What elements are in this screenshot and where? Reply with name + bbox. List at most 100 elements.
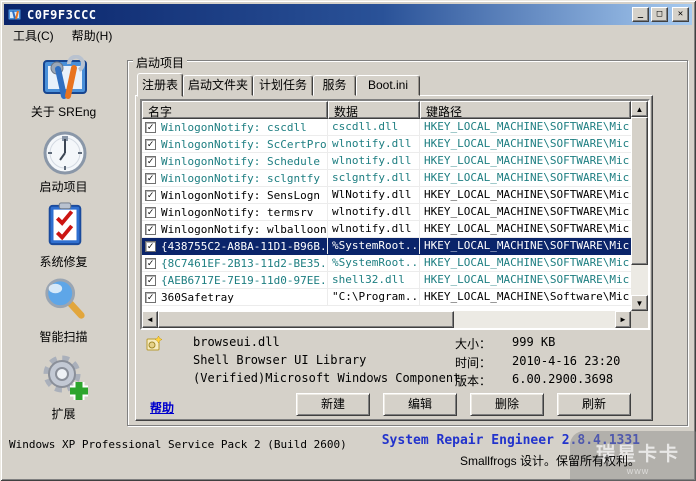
row-keypath: HKEY_LOCAL_MACHINE\SOFTWARE\Micr [424,205,631,218]
scroll-up-icon[interactable]: ▲ [631,101,648,117]
row-keypath: HKEY_LOCAL_MACHINE\SOFTWARE\Micr [424,171,631,184]
startup-items-table: 名字 数据 键路径 ✓ WinlogonNotify: cscdll cscdl… [140,99,650,330]
table-row[interactable]: ✓ {438755C2-A8BA-11D1-B96B... %SystemRoo… [142,238,631,255]
tab-startup-folder[interactable]: 启动文件夹 [183,75,253,96]
row-keypath: HKEY_LOCAL_MACHINE\SOFTWARE\Micr [424,188,631,201]
window-title: C0F9F3CCC [27,7,97,22]
table-row[interactable]: ✓ WinlogonNotify: SensLogn WlNotify.dll … [142,187,631,204]
dll-file-icon [146,335,163,351]
scroll-left-icon[interactable]: ◄ [142,311,158,328]
close-button[interactable]: ✕ [672,7,689,22]
table-row[interactable]: ✓ WinlogonNotify: ScCertProp wlnotify.dl… [142,136,631,153]
row-data: wlnotify.dll [328,136,420,152]
detail-description: Shell Browser UI Library [193,353,367,367]
sidebar-item-scan[interactable]: 智能扫描 [0,328,127,345]
row-data: %SystemRoot... [328,255,420,271]
row-name: {8C7461EF-2B13-11d2-BE35... [161,256,327,270]
row-keypath: HKEY_LOCAL_MACHINE\SOFTWARE\Micr [424,222,631,235]
row-data: wlnotify.dll [328,221,420,237]
refresh-button[interactable]: 刷新 [557,393,631,416]
row-checkbox[interactable]: ✓ [145,138,156,150]
horizontal-scrollbar[interactable]: ◄ ► [142,311,631,328]
row-name: 360Safetray [161,290,234,304]
column-header-keypath[interactable]: 键路径 [420,101,631,119]
row-name: WinlogonNotify: sclgntfy [161,171,320,185]
table-row[interactable]: ✓ WinlogonNotify: wlballoon wlnotify.dll… [142,221,631,238]
scroll-down-icon[interactable]: ▼ [631,295,648,311]
row-name: {AEB6717E-7E19-11d0-97EE... [161,273,327,287]
maximize-button[interactable]: □ [651,7,668,22]
vertical-scrollbar[interactable]: ▲ ▼ [631,101,648,311]
table-row[interactable]: ✓ 360Safetray "C:\Program... HKEY_LOCAL_… [142,289,631,306]
os-version-text: Windows XP Professional Service Pack 2 (… [9,438,347,451]
vertical-scroll-thumb[interactable] [631,117,648,265]
minimize-button[interactable]: _ [632,7,649,22]
row-data: sclgntfy.dll [328,170,420,186]
tab-bootini[interactable]: Boot.ini [356,75,420,96]
new-button[interactable]: 新建 [296,393,370,416]
table-header: 名字 数据 键路径 [142,101,631,119]
edit-button[interactable]: 编辑 [383,393,457,416]
tab-scheduled-tasks[interactable]: 计划任务 [253,75,313,96]
row-keypath: HKEY_LOCAL_MACHINE\Software\Micr [424,290,631,303]
tab-services[interactable]: 服务 [313,75,356,96]
column-header-name[interactable]: 名字 [142,101,328,119]
table-row[interactable]: ✓ WinlogonNotify: termsrv wlnotify.dll H… [142,204,631,221]
table-row[interactable]: ✓ WinlogonNotify: Schedule wlnotify.dll … [142,153,631,170]
delete-button[interactable]: 删除 [470,393,544,416]
table-row[interactable]: ✓ WinlogonNotify: cscdll cscdll.dll HKEY… [142,119,631,136]
row-checkbox[interactable]: ✓ [145,189,156,201]
repair-checklist-icon[interactable] [43,201,87,247]
row-keypath: HKEY_LOCAL_MACHINE\SOFTWARE\Micr [424,273,631,286]
about-tools-icon[interactable] [38,55,92,103]
row-name: WinlogonNotify: SensLogn [161,188,320,202]
sidebar-item-repair[interactable]: 系统修复 [0,253,127,270]
row-name: WinlogonNotify: ScCertProp [161,137,327,151]
row-data: "C:\Program... [328,289,420,305]
app-icon [7,8,22,20]
row-name: WinlogonNotify: Schedule [161,154,320,168]
row-checkbox[interactable]: ✓ [145,223,156,235]
row-name: WinlogonNotify: cscdll [161,120,307,134]
row-checkbox[interactable]: ✓ [145,257,156,269]
row-checkbox[interactable]: ✓ [145,206,156,218]
sidebar-item-extensions[interactable]: 扩展 [0,405,127,422]
row-data: cscdll.dll [328,119,420,135]
detail-version-label: 版本： [455,374,492,388]
row-checkbox[interactable]: ✓ [145,240,156,252]
row-keypath: HKEY_LOCAL_MACHINE\SOFTWARE\Micr [424,154,631,167]
app-window: C0F9F3CCC _ □ ✕ 工具(C) 帮助(H) 关于 SREng 启动项… [0,0,696,481]
column-header-data[interactable]: 数据 [328,101,420,119]
titlebar[interactable]: C0F9F3CCC _ □ ✕ [4,4,692,25]
scroll-right-icon[interactable]: ► [615,311,631,328]
detail-time-label: 时间： [455,356,492,370]
gear-plus-icon[interactable] [40,353,92,403]
table-row[interactable]: ✓ {8C7461EF-2B13-11d2-BE35... %SystemRoo… [142,255,631,272]
help-link[interactable]: 帮助 [150,399,174,416]
row-data: shell32.dll [328,272,420,288]
detail-time-value: 2010-4-16 23:20 [512,354,621,368]
row-checkbox[interactable]: ✓ [145,121,156,133]
menubar: 工具(C) 帮助(H) [4,26,692,45]
magnifier-icon[interactable] [40,277,90,323]
row-checkbox[interactable]: ✓ [145,172,156,184]
row-data: WlNotify.dll [328,187,420,203]
horizontal-scroll-thumb[interactable] [158,311,454,328]
menu-tools[interactable]: 工具(C) [4,25,63,46]
credit-text: Smallfrogs 设计。保留所有权利。 [459,454,640,468]
tab-registry[interactable]: 注册表 [137,73,183,97]
table-row[interactable]: ✓ {AEB6717E-7E19-11d0-97EE... shell32.dl… [142,272,631,289]
clock-icon[interactable] [40,129,90,177]
row-keypath: HKEY_LOCAL_MACHINE\SOFTWARE\Micr [424,120,631,133]
detail-verification: (Verified)Microsoft Windows Component [193,371,461,385]
row-name: WinlogonNotify: wlballoon [161,222,327,236]
menu-help[interactable]: 帮助(H) [63,25,122,46]
row-keypath: HKEY_LOCAL_MACHINE\SOFTWARE\Micr [424,137,631,150]
groupbox-title: 启动项目 [133,54,188,71]
row-checkbox[interactable]: ✓ [145,274,156,286]
row-checkbox[interactable]: ✓ [145,155,156,167]
table-row[interactable]: ✓ WinlogonNotify: sclgntfy sclgntfy.dll … [142,170,631,187]
row-checkbox[interactable]: ✓ [145,291,156,303]
sidebar-item-about[interactable]: 关于 SREng [0,103,127,120]
sidebar-item-startup[interactable]: 启动项目 [0,178,127,195]
